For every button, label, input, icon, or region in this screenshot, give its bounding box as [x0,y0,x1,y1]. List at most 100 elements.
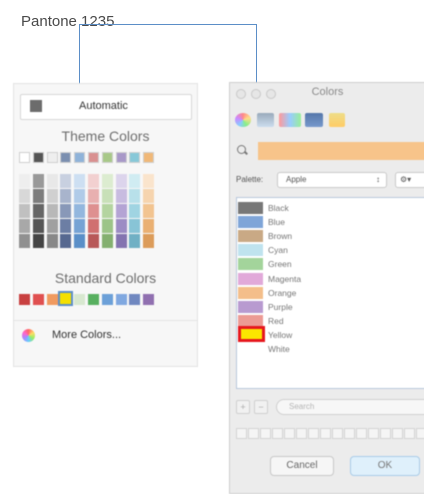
saved-swatch-slot[interactable] [284,428,295,439]
shade-swatch[interactable] [60,219,72,233]
shade-swatch[interactable] [101,234,113,248]
saved-swatch-slot[interactable] [356,428,367,439]
ok-button[interactable]: OK [350,456,420,476]
shade-swatch[interactable] [143,219,155,233]
shade-swatch[interactable] [60,189,72,203]
shade-swatch[interactable] [74,204,86,218]
shade-swatch[interactable] [115,234,127,248]
shade-swatch[interactable] [115,204,127,218]
shade-swatch[interactable] [46,219,58,233]
shade-swatch[interactable] [88,234,99,248]
color-sliders-tab-icon[interactable] [257,113,274,127]
shade-swatch[interactable] [46,174,58,188]
palette-select[interactable]: Apple ↕ [277,172,387,188]
shade-swatch[interactable] [32,189,44,203]
shade-swatch[interactable] [143,174,155,188]
theme-swatch[interactable] [19,152,30,163]
shade-swatch[interactable] [19,189,30,203]
color-list-item[interactable]: Purple [237,300,424,314]
shade-swatch[interactable] [88,174,99,188]
saved-swatch-slot[interactable] [236,428,247,439]
shade-swatch[interactable] [19,204,30,218]
shade-swatch[interactable] [143,189,155,203]
saved-swatch-slot[interactable] [404,428,415,439]
saved-swatch-slot[interactable] [320,428,331,439]
color-list-item[interactable]: Blue [237,216,424,229]
shade-swatch[interactable] [32,219,44,233]
color-palettes-tab-icon[interactable] [279,113,301,127]
shade-swatch[interactable] [129,219,141,233]
automatic-button[interactable]: Automatic [20,94,192,120]
shade-swatch[interactable] [74,234,86,248]
shade-swatch[interactable] [74,189,86,203]
standard-swatch-selected[interactable] [58,291,74,306]
theme-swatch[interactable] [143,152,155,163]
crayons-tab-icon[interactable] [329,113,345,127]
shade-swatch[interactable] [19,174,30,188]
color-wheel-tab-icon[interactable] [235,113,251,127]
shade-swatch[interactable] [46,234,58,248]
saved-swatch-slot[interactable] [272,428,283,439]
shade-swatch[interactable] [101,189,113,203]
saved-swatch-slot[interactable] [344,428,355,439]
shade-swatch[interactable] [60,204,72,218]
theme-swatch[interactable] [60,152,72,163]
shade-swatch[interactable] [88,204,99,218]
saved-swatches-strip[interactable] [236,428,424,440]
shade-swatch[interactable] [60,174,72,188]
standard-swatch[interactable] [46,294,58,305]
saved-swatch-slot[interactable] [368,428,379,439]
theme-swatch[interactable] [115,152,127,163]
color-list[interactable]: Black Blue Brown Cyan Green Magenta Orange Purp… [236,197,424,389]
shade-swatch[interactable] [129,174,141,188]
standard-swatch[interactable] [115,294,127,305]
shade-swatch[interactable] [32,204,44,218]
color-list-item[interactable]: Black [237,202,424,215]
shade-swatch[interactable] [60,234,72,248]
color-list-item[interactable]: Yellow [237,325,424,342]
shade-swatch[interactable] [129,204,141,218]
standard-swatch[interactable] [129,294,141,305]
saved-swatch-slot[interactable] [416,428,424,439]
remove-color-button[interactable]: − [254,400,268,414]
theme-swatch[interactable] [32,152,44,163]
saved-swatch-slot[interactable] [248,428,259,439]
shade-swatch[interactable] [101,219,113,233]
shade-swatch[interactable] [115,174,127,188]
standard-swatch[interactable] [32,294,44,305]
color-list-item[interactable]: Red [237,314,424,328]
shade-swatch[interactable] [74,219,86,233]
shade-swatch[interactable] [88,219,99,233]
standard-swatch[interactable] [19,294,30,305]
standard-swatch[interactable] [74,294,86,305]
standard-swatch[interactable] [87,294,99,305]
cancel-button[interactable]: Cancel [270,456,334,476]
shade-swatch[interactable] [74,174,86,188]
shade-swatch[interactable] [115,219,127,233]
magnifier-icon[interactable] [237,145,246,154]
shade-swatch[interactable] [143,204,155,218]
theme-swatch[interactable] [101,152,113,163]
theme-swatch[interactable] [46,152,58,163]
shade-swatch[interactable] [32,174,44,188]
standard-swatch[interactable] [143,294,155,305]
color-list-item[interactable]: White [237,343,424,356]
shade-swatch[interactable] [101,204,113,218]
shade-swatch[interactable] [19,234,30,248]
shade-swatch[interactable] [129,234,141,248]
saved-swatch-slot[interactable] [296,428,307,439]
shade-swatch[interactable] [32,234,44,248]
theme-swatch[interactable] [74,152,86,163]
current-color-well[interactable] [258,142,424,160]
gear-menu-button[interactable]: ⚙▾ [395,172,424,188]
color-list-item[interactable]: Orange [237,286,424,300]
image-palettes-tab-icon[interactable] [305,113,323,127]
saved-swatch-slot[interactable] [308,428,319,439]
shade-swatch[interactable] [101,174,113,188]
shade-swatch[interactable] [143,234,155,248]
shade-swatch[interactable] [46,189,58,203]
add-color-button[interactable]: + [236,400,250,414]
color-list-item[interactable]: Brown [237,230,424,243]
saved-swatch-slot[interactable] [392,428,403,439]
color-list-item[interactable]: Green [237,258,424,271]
